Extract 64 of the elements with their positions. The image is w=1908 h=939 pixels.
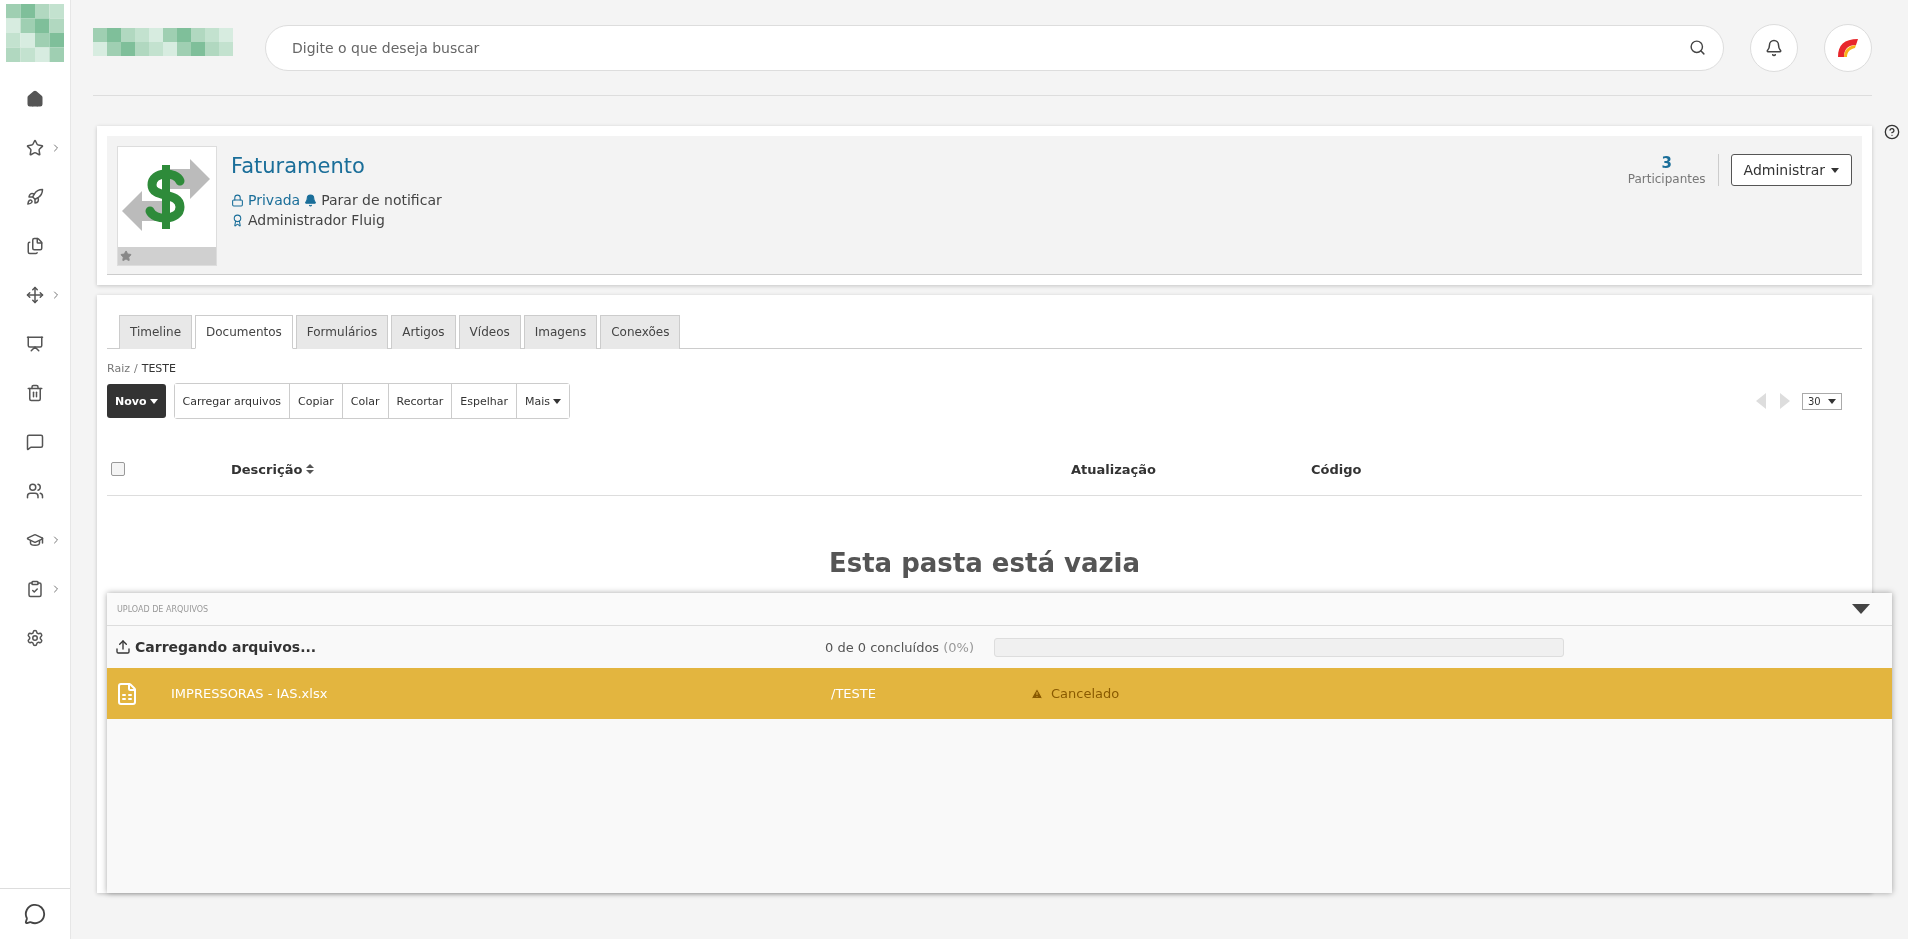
column-header[interactable]: Código [1311, 461, 1862, 477]
page-size-select[interactable]: 30 [1802, 392, 1842, 410]
upload-status: Carregando arquivos... [135, 639, 317, 655]
participants-count[interactable]: 3 [1661, 154, 1672, 172]
presentation-icon [26, 334, 44, 353]
notifications-button[interactable] [1750, 23, 1798, 72]
upload-icon [115, 639, 131, 655]
bell-icon [1765, 38, 1783, 57]
users-icon [26, 481, 44, 500]
spreadsheet-icon [115, 681, 139, 706]
caret-icon [1831, 167, 1839, 173]
breadcrumb-link[interactable]: TESTE [141, 362, 177, 375]
avatar-logo-icon [1836, 36, 1860, 59]
column-header[interactable]: Descrição [231, 461, 1071, 477]
file-name: IMPRESSORAS - IAS.xlsx [171, 686, 329, 701]
file-path: /TESTE [831, 686, 877, 701]
chat-icon [26, 432, 44, 451]
star-icon[interactable] [120, 250, 132, 262]
participants-label: Participantes [1627, 172, 1706, 186]
file-status: Cancelado [1051, 686, 1120, 701]
owner-name: Administrador Fluig [248, 212, 385, 228]
community-title: Faturamento [231, 154, 366, 178]
tab[interactable]: Formulários [295, 315, 389, 349]
column-header[interactable]: Atualização [1071, 461, 1311, 477]
breadcrumb-link[interactable]: Raiz [107, 362, 130, 375]
toolbar-button[interactable]: Mais [516, 384, 570, 418]
warning-icon [1031, 687, 1043, 700]
caret-icon [149, 398, 158, 404]
award-icon [231, 213, 244, 227]
search-field[interactable]: Digite o que deseja buscar [265, 24, 1724, 71]
chat-bubble-icon [24, 903, 46, 925]
tab[interactable]: Timeline [119, 315, 193, 349]
collapse-icon[interactable] [1852, 604, 1870, 614]
bell-icon [304, 193, 318, 207]
upload-summary: 0 de 0 concluídos (0%) [825, 639, 975, 655]
sort-icon[interactable] [306, 464, 315, 474]
arrows-icon [26, 285, 44, 304]
breadcrumb-separator: / [134, 362, 138, 375]
documents-icon [26, 236, 44, 255]
search-icon [1689, 38, 1706, 56]
clipboard-check-icon [26, 579, 44, 598]
settings-icon [26, 628, 44, 647]
administrar-button[interactable]: Administrar [1730, 154, 1852, 186]
help-icon[interactable] [1884, 124, 1900, 140]
upload-panel-title: UPLOAD DE ARQUIVOS [117, 604, 209, 614]
tab[interactable]: Artigos [391, 315, 456, 349]
tab[interactable]: Vídeos [458, 315, 521, 349]
toolbar-button[interactable]: Novo [107, 384, 166, 418]
caret-icon [1828, 398, 1836, 404]
trash-icon [26, 383, 44, 402]
empty-folder-message: Esta pasta está vazia [827, 548, 1142, 578]
logo-icon [6, 4, 64, 62]
star-icon [26, 138, 44, 157]
home-icon [26, 89, 44, 108]
privacy-link[interactable]: Privada [248, 192, 301, 208]
avatar[interactable] [1824, 23, 1872, 72]
tab[interactable]: Imagens [523, 315, 598, 349]
tab[interactable]: Conexões [600, 315, 681, 349]
select-all-checkbox[interactable] [111, 462, 125, 476]
notify-link[interactable]: Parar de notificar [321, 192, 442, 208]
tab[interactable]: Documentos [195, 315, 293, 349]
lock-icon [231, 193, 244, 207]
caret-icon [553, 398, 562, 404]
rocket-icon [26, 187, 44, 206]
